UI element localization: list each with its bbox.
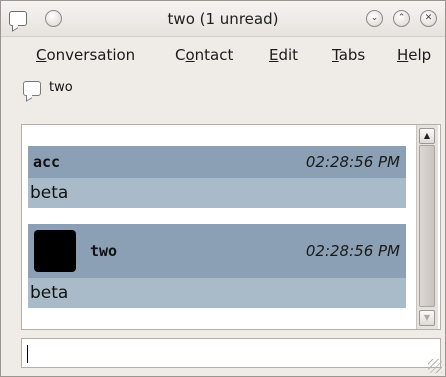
message-header: acc 02:28:56 PM <box>28 146 406 178</box>
scrollbar[interactable]: ▲ ▼ <box>416 125 438 329</box>
message-sender: two <box>90 242 118 260</box>
maximize-icon[interactable]: ⌃ <box>393 10 410 27</box>
resize-grip-icon[interactable] <box>428 359 442 373</box>
menu-tabs[interactable]: Tabs <box>332 46 365 64</box>
menu-conversation[interactable]: Conversation <box>36 46 135 64</box>
close-icon[interactable]: ✕ <box>420 10 437 27</box>
text-caret <box>27 345 28 363</box>
message-time: 02:28:56 PM <box>305 242 400 260</box>
message-header: two 02:28:56 PM <box>28 224 406 278</box>
contact-name[interactable]: two <box>49 80 73 95</box>
message-body: beta <box>28 178 406 208</box>
scrollbar-thumb[interactable] <box>419 145 435 307</box>
scroll-up-arrow-icon[interactable]: ▲ <box>419 128 435 144</box>
scroll-down-arrow-icon[interactable]: ▼ <box>419 310 435 326</box>
contact-chat-icon <box>23 81 41 96</box>
menu-edit[interactable]: Edit <box>269 46 298 64</box>
message-input[interactable] <box>21 338 441 368</box>
title-bar[interactable]: two (1 unread) ⌄ ⌃ ✕ <box>1 1 445 37</box>
chat-window: two (1 unread) ⌄ ⌃ ✕ Conversation Contac… <box>0 0 446 377</box>
message-body: beta <box>28 278 406 308</box>
message-sender: acc <box>33 153 61 171</box>
menu-help[interactable]: Help <box>397 46 431 64</box>
message-time: 02:28:56 PM <box>305 153 400 171</box>
conversation-history[interactable]: acc 02:28:56 PM beta two 02:28:56 PM bet… <box>21 124 441 330</box>
menu-contact[interactable]: Contact <box>175 46 233 64</box>
avatar <box>34 230 76 272</box>
minimize-icon[interactable]: ⌄ <box>366 10 383 27</box>
menu-bar: Conversation Contact Edit Tabs Help <box>1 38 445 70</box>
